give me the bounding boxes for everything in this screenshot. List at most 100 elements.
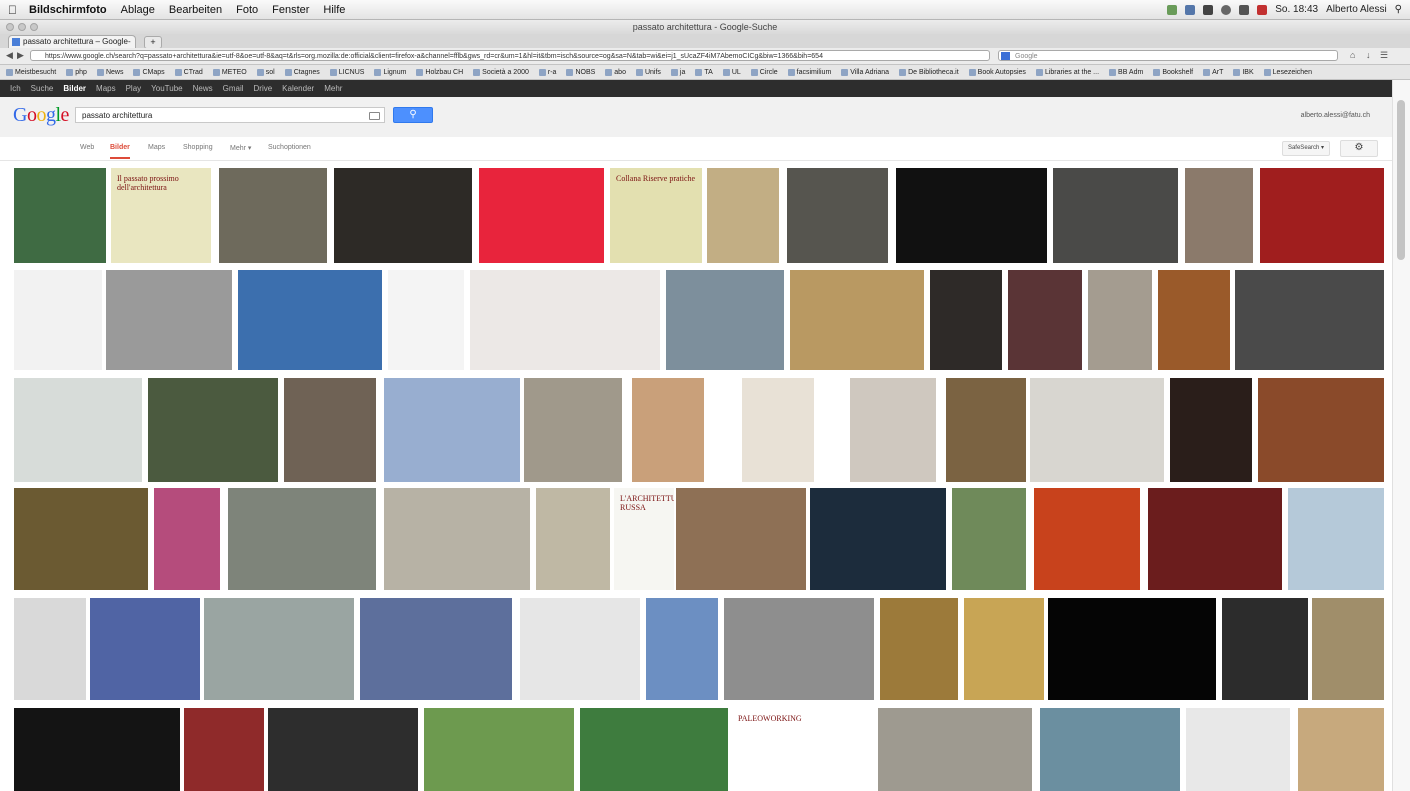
image-thumbnail[interactable]: [787, 168, 888, 263]
image-thumbnail[interactable]: [424, 708, 574, 791]
image-thumbnail[interactable]: [90, 598, 200, 700]
bookmark-item[interactable]: r-a: [538, 68, 556, 76]
tab-mehr[interactable]: Mehr ▾: [230, 144, 251, 152]
tab-suchoptionen[interactable]: Suchoptionen: [268, 144, 311, 151]
gbar-link-ich[interactable]: Ich: [10, 84, 21, 93]
bookmark-item[interactable]: Circle: [750, 68, 778, 76]
image-thumbnail[interactable]: [930, 270, 1002, 370]
image-thumbnail[interactable]: [384, 488, 530, 590]
image-thumbnail[interactable]: [536, 488, 610, 590]
image-thumbnail[interactable]: [1053, 168, 1178, 263]
image-thumbnail[interactable]: [790, 270, 924, 370]
image-thumbnail[interactable]: [14, 488, 148, 590]
image-thumbnail[interactable]: [964, 598, 1044, 700]
image-thumbnail[interactable]: [707, 168, 779, 263]
volume-icon[interactable]: [1239, 4, 1250, 15]
safesearch-button[interactable]: SafeSearch ▾: [1282, 141, 1330, 156]
account-email[interactable]: alberto.alessi@fatu.ch: [1301, 112, 1370, 119]
url-bar[interactable]: https://www.google.ch/search?q=passato+a…: [30, 50, 990, 61]
browser-search-box[interactable]: Google: [998, 50, 1338, 61]
zoom-window-icon[interactable]: [30, 23, 38, 31]
tab-bilder[interactable]: Bilder: [110, 144, 130, 159]
user-name[interactable]: Alberto Alessi: [1326, 4, 1387, 15]
image-thumbnail[interactable]: [1185, 168, 1253, 263]
search-engine-icon[interactable]: [1001, 52, 1010, 60]
back-icon[interactable]: ◀: [6, 50, 13, 61]
bookmark-item[interactable]: TA: [695, 68, 713, 76]
bookmark-item[interactable]: Book Autopsies: [968, 68, 1026, 76]
forward-icon[interactable]: ▶: [17, 50, 24, 61]
image-thumbnail[interactable]: Collana Riserve pratiche: [610, 168, 702, 263]
image-thumbnail[interactable]: [268, 708, 418, 791]
image-thumbnail[interactable]: [1260, 168, 1384, 263]
menu-item-foto[interactable]: Foto: [236, 4, 258, 16]
gear-icon[interactable]: ⚙: [1340, 140, 1378, 157]
image-thumbnail[interactable]: [1186, 708, 1290, 791]
image-thumbnail[interactable]: [952, 488, 1026, 590]
image-thumbnail[interactable]: [1258, 378, 1384, 482]
image-thumbnail[interactable]: [1008, 270, 1082, 370]
bookmark-item[interactable]: News: [96, 68, 123, 76]
image-thumbnail[interactable]: [14, 168, 106, 263]
image-thumbnail[interactable]: [479, 168, 604, 263]
flag-icon[interactable]: [1257, 4, 1268, 15]
home-icon[interactable]: ⌂: [1350, 50, 1355, 60]
image-thumbnail[interactable]: [14, 378, 142, 482]
clock[interactable]: So. 18:43: [1275, 4, 1318, 15]
image-thumbnail[interactable]: [1288, 488, 1384, 590]
image-thumbnail[interactable]: [880, 598, 958, 700]
gbar-link-bilder[interactable]: Bilder: [63, 84, 86, 93]
gbar-link-news[interactable]: News: [193, 84, 213, 93]
bookmark-item[interactable]: facsimilium: [787, 68, 831, 76]
bookmark-item[interactable]: IBK: [1233, 68, 1254, 76]
bookmark-item[interactable]: METEO: [212, 68, 247, 76]
bookmark-item[interactable]: php: [66, 68, 87, 76]
bookmark-item[interactable]: LICNUS: [329, 68, 364, 76]
bookmark-item[interactable]: sol: [256, 68, 275, 76]
menu-app-name[interactable]: Bildschirmfoto: [29, 4, 107, 16]
image-thumbnail[interactable]: [14, 270, 102, 370]
image-thumbnail[interactable]: [184, 708, 264, 791]
image-thumbnail[interactable]: [14, 598, 86, 700]
image-thumbnail[interactable]: [524, 378, 622, 482]
image-thumbnail[interactable]: [360, 598, 512, 700]
bookmark-item[interactable]: Società a 2000: [473, 68, 529, 76]
image-thumbnail[interactable]: [724, 598, 874, 700]
page-scrollbar[interactable]: [1392, 80, 1410, 791]
image-thumbnail[interactable]: [1040, 708, 1180, 791]
search-input[interactable]: passato architettura: [75, 107, 385, 123]
addon-icon[interactable]: ☰: [1380, 50, 1388, 61]
image-thumbnail[interactable]: [1034, 488, 1140, 590]
bluetooth-icon[interactable]: [1203, 4, 1214, 15]
bookmark-item[interactable]: Holzbau CH: [416, 68, 463, 76]
image-thumbnail[interactable]: [520, 598, 640, 700]
bookmark-item[interactable]: Bookshelf: [1153, 68, 1193, 76]
bookmark-item[interactable]: Lesezeichen: [1263, 68, 1312, 76]
bookmark-item[interactable]: ArT: [1203, 68, 1223, 76]
image-thumbnail[interactable]: [219, 168, 327, 263]
image-thumbnail[interactable]: [896, 168, 1047, 263]
image-thumbnail[interactable]: [1170, 378, 1252, 482]
gbar-link-drive[interactable]: Drive: [254, 84, 273, 93]
image-thumbnail[interactable]: [228, 488, 376, 590]
image-thumbnail[interactable]: [632, 378, 704, 482]
image-thumbnail[interactable]: [878, 708, 1032, 791]
keyboard-icon[interactable]: [369, 112, 380, 120]
bookmark-item[interactable]: Unifs: [635, 68, 661, 76]
bookmark-item[interactable]: Lignum: [374, 68, 406, 76]
image-thumbnail[interactable]: [1088, 270, 1152, 370]
image-thumbnail[interactable]: [1158, 270, 1230, 370]
tab-web[interactable]: Web: [80, 144, 94, 151]
bookmark-item[interactable]: Libraries at the ...: [1035, 68, 1099, 76]
image-thumbnail[interactable]: [742, 378, 814, 482]
bookmark-item[interactable]: abo: [605, 68, 626, 76]
close-window-icon[interactable]: [6, 23, 14, 31]
image-thumbnail[interactable]: [106, 270, 232, 370]
image-thumbnail[interactable]: [334, 168, 472, 263]
bookmark-item[interactable]: CMaps: [133, 68, 165, 76]
browser-tab-active[interactable]: passato architettura – Google-S...: [8, 35, 136, 58]
bookmark-item[interactable]: ja: [670, 68, 685, 76]
bookmark-item[interactable]: NOBS: [566, 68, 595, 76]
image-thumbnail[interactable]: [1312, 598, 1384, 700]
bookmark-item[interactable]: De Bibliotheca.it: [899, 68, 959, 76]
